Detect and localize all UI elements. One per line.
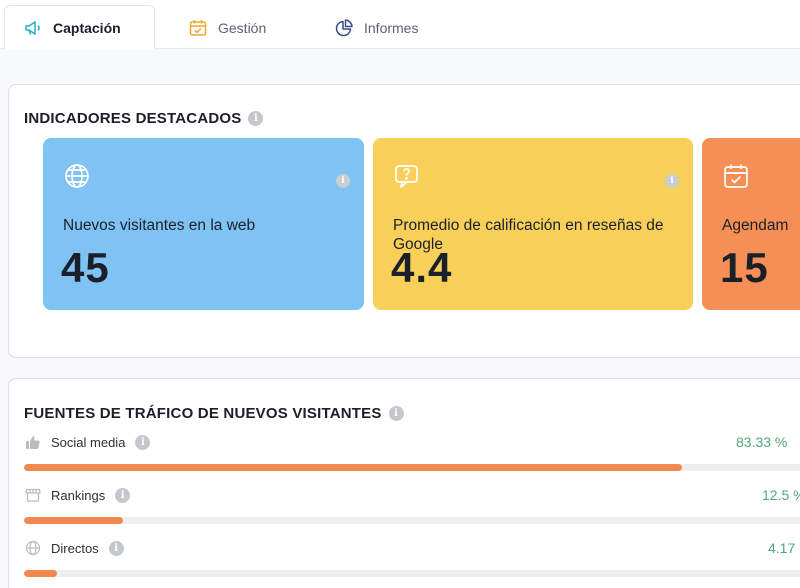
traffic-progress-bar (24, 464, 800, 471)
traffic-row-percent: 83.33 % (736, 434, 788, 450)
traffic-progress-fill (24, 570, 57, 577)
tab-gestion-label: Gestión (218, 19, 267, 36)
tab-captacion-label: Captación (53, 19, 121, 36)
info-icon[interactable]: i (115, 487, 131, 503)
kpi-card-google-rating: i Promedio de calificación en reseñas de… (373, 138, 693, 310)
thumbs-up-icon (25, 434, 41, 450)
question-bubble-icon (393, 162, 421, 190)
kpi-card-new-visitors: i Nuevos visitantes en la web 45 (43, 138, 364, 310)
info-icon[interactable]: i (108, 540, 124, 556)
info-icon[interactable]: i (135, 434, 151, 450)
info-icon[interactable]: i (388, 406, 404, 421)
tab-informes[interactable]: Informes (334, 5, 418, 50)
card-info-icon[interactable]: i (665, 170, 679, 188)
traffic-title: FUENTES DE TRÁFICO DE NUEVOS VISITANTES … (24, 405, 404, 422)
tab-informes-label: Informes (364, 19, 419, 36)
kpi-label: Nuevos visitantes en la web (63, 217, 256, 234)
traffic-row-label: Rankings i (25, 487, 131, 503)
traffic-progress-fill (24, 517, 123, 524)
highlights-title: INDICADORES DESTACADOS i (24, 110, 264, 127)
highlights-panel: INDICADORES DESTACADOS i i Nuevos visita… (8, 84, 800, 358)
traffic-row-label: Directos i (25, 540, 124, 556)
pie-chart-icon (334, 18, 354, 38)
megaphone-icon (23, 18, 43, 38)
traffic-panel: FUENTES DE TRÁFICO DE NUEVOS VISITANTES … (8, 378, 800, 588)
calendar-check-icon (722, 162, 750, 190)
traffic-progress-fill (24, 464, 683, 471)
kpi-value: 4.4 (391, 244, 453, 291)
tab-bar: Captación Gestión Informes (0, 0, 800, 50)
globe-icon (63, 162, 91, 190)
info-icon[interactable]: i (248, 111, 264, 126)
card-info-icon[interactable]: i (336, 170, 350, 188)
storefront-icon (25, 487, 41, 503)
kpi-value: 45 (61, 244, 110, 291)
tab-captacion[interactable]: Captación (4, 5, 155, 50)
globe-icon (25, 540, 41, 556)
traffic-progress-bar (24, 570, 800, 577)
traffic-row-percent: 12.5 % (762, 487, 800, 503)
traffic-row-label: Social media i (25, 434, 151, 450)
kpi-card-appointments: Agendam 15 (702, 138, 800, 310)
calendar-icon (188, 18, 208, 38)
traffic-row-percent: 4.17 (768, 540, 796, 556)
tab-gestion[interactable]: Gestión (188, 5, 266, 50)
kpi-label: Agendam (722, 217, 789, 234)
traffic-progress-bar (24, 517, 800, 524)
kpi-value: 15 (720, 244, 769, 291)
